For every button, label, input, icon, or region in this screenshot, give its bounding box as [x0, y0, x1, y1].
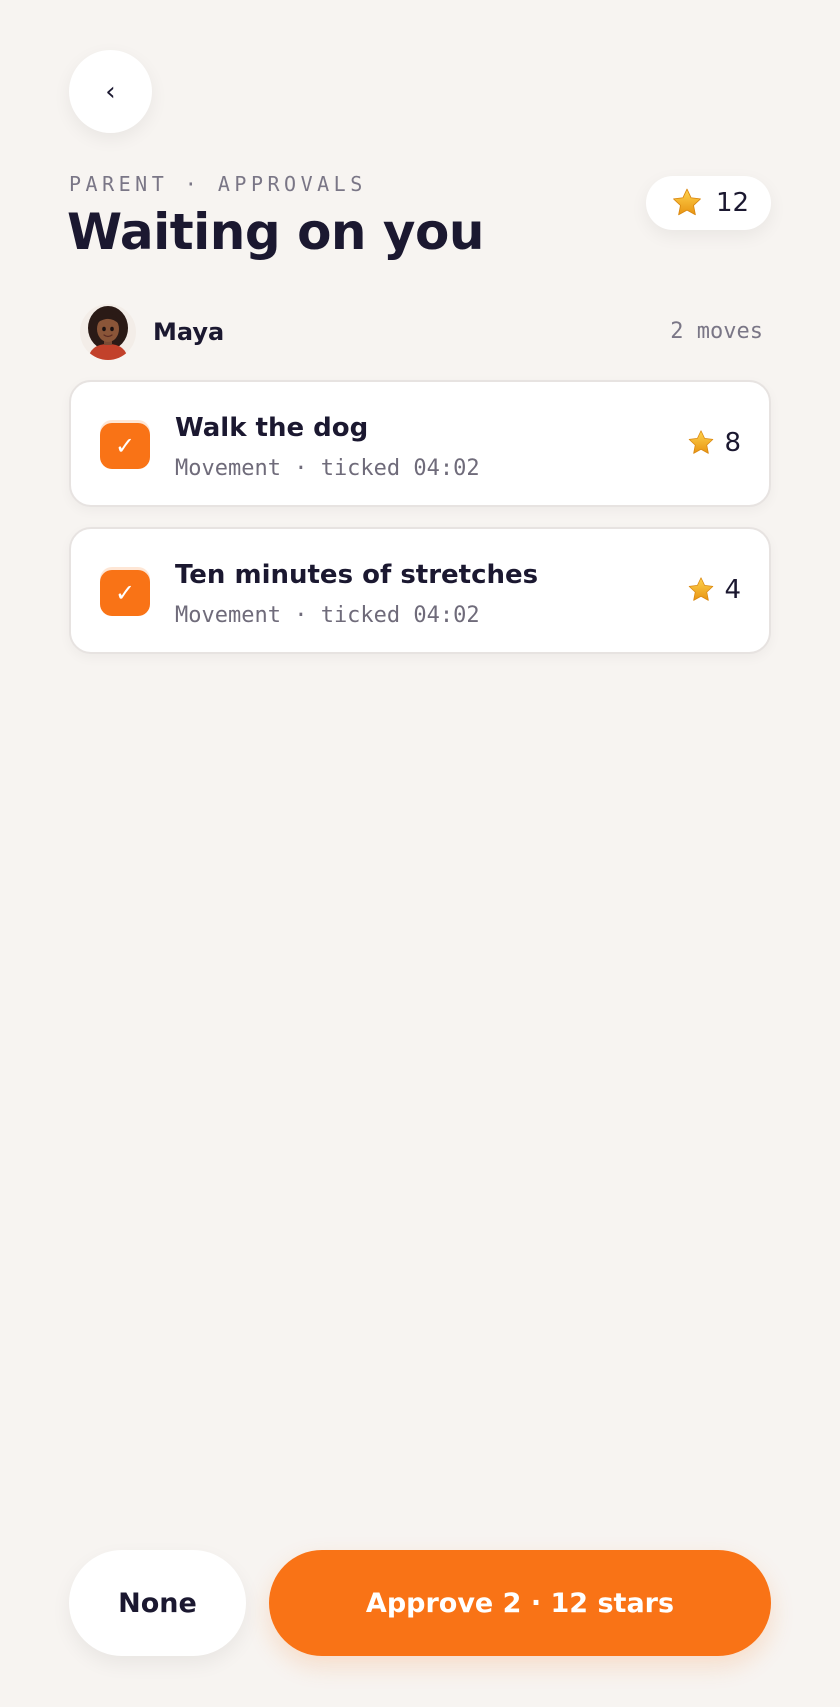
task-title: Ten minutes of stretches — [175, 560, 539, 590]
page-eyebrow: PARENT · APPROVALS — [69, 172, 367, 196]
approve-button[interactable]: Approve 2 · 12 stars — [269, 1550, 771, 1656]
star-balance-count: 12 — [716, 188, 750, 218]
task-title: Walk the dog — [175, 413, 369, 443]
star-icon — [689, 430, 714, 454]
task-stars: 4 — [724, 575, 741, 605]
kid-avatar-illustration — [80, 304, 136, 360]
task-list: ✓ Walk the dog Movement · ticked 04:02 8 — [69, 380, 771, 674]
star-icon — [673, 188, 701, 216]
kid-header: Maya 2 moves — [69, 298, 771, 368]
star-balance-pill: 12 — [646, 176, 771, 230]
avatar — [80, 304, 136, 360]
kid-moves-count: 2 moves — [670, 319, 763, 344]
star-icon — [689, 577, 714, 601]
task-stars: 8 — [724, 428, 741, 458]
kid-name: Maya — [153, 318, 225, 346]
task-meta: Movement · ticked 04:02 — [175, 603, 480, 628]
task-reward: 4 — [686, 575, 741, 605]
check-icon: ✓ — [114, 432, 136, 460]
task-card[interactable]: ✓ Ten minutes of stretches Movement · ti… — [69, 527, 771, 654]
page-title: Waiting on you — [67, 203, 484, 261]
check-icon: ✓ — [114, 579, 136, 607]
select-none-button[interactable]: None — [69, 1550, 246, 1656]
task-reward: 8 — [686, 428, 741, 458]
approvals-screen: ‹ PARENT · APPROVALS Waiting on you 12 M… — [0, 0, 840, 1707]
task-checkbox[interactable]: ✓ — [100, 570, 150, 616]
back-button[interactable]: ‹ — [69, 50, 152, 133]
task-card[interactable]: ✓ Walk the dog Movement · ticked 04:02 8 — [69, 380, 771, 507]
task-checkbox[interactable]: ✓ — [100, 423, 150, 469]
chevron-left-icon: ‹ — [105, 76, 116, 107]
task-meta: Movement · ticked 04:02 — [175, 456, 480, 481]
